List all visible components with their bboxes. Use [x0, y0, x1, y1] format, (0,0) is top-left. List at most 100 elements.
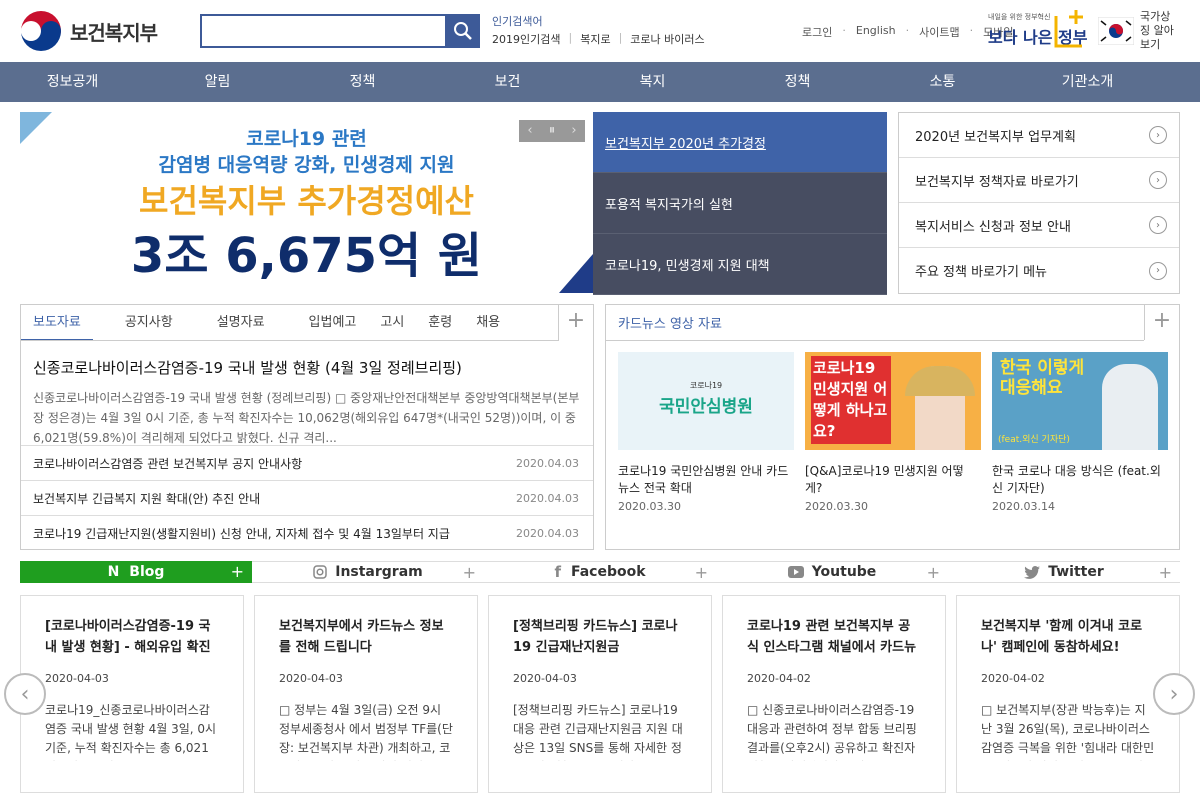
nav-item-3[interactable]: 정책: [290, 62, 435, 102]
media-thumbnail: 코로나19 국민안심병원: [618, 352, 794, 450]
media-panel: 카드뉴스 영상 자료 + 코로나19 국민안심병원 코로나19 국민안심병원 안…: [605, 304, 1180, 550]
top-link-login[interactable]: 로그인: [802, 24, 832, 40]
carousel-prev-button[interactable]: ‹: [4, 673, 46, 715]
sns-tabs: N Blog + Instargram + f Facebook + Youtu…: [20, 561, 1180, 583]
media-card[interactable]: 코로나19 민생지원 어떻게 하나고요? [Q&A]코로나19 민생지원 어떻게…: [805, 352, 981, 513]
national-symbol-link[interactable]: 국가상징 알아보기: [1098, 10, 1180, 51]
banner-pause-button[interactable]: ⏸: [541, 120, 563, 142]
banner-line-2: 감염병 대응역량 강화, 민생경제 지원: [158, 154, 455, 176]
quick-link-label: 보건복지부 정책자료 바로가기: [915, 174, 1079, 190]
main-banner[interactable]: 코로나19 관련 감염병 대응역량 강화, 민생경제 지원 보건복지부 추가경정…: [20, 112, 593, 293]
news-row-title: 보건복지부 긴급복지 지원 확대(안) 추진 안내: [33, 491, 261, 506]
quick-link-3[interactable]: 복지서비스 신청과 정보 안내 ›: [899, 203, 1179, 248]
sns-tab-blog[interactable]: N Blog +: [20, 561, 252, 583]
sns-card[interactable]: [코로나바이러스감염증-19 국내 발생 현황] - 해외유입 확진자수 193…: [20, 595, 244, 793]
better-government-banner[interactable]: 내일을 위한 정부혁신 보다 나은 정부: [988, 8, 1088, 52]
nav-item-4[interactable]: 보건: [435, 62, 580, 102]
sns-tab-instagram[interactable]: Instargram +: [252, 561, 484, 583]
media-date: 2020.03.14: [992, 500, 1055, 513]
banner-next-button[interactable]: ›: [563, 120, 585, 142]
news-headline[interactable]: 신종코로나바이러스감염증-19 국내 발생 현황 (4월 3일 정례브리핑) 신…: [33, 357, 583, 448]
banner-tab-1[interactable]: 보건복지부 2020년 추가경정: [593, 112, 887, 173]
hot-link-2[interactable]: 복지로: [580, 31, 610, 47]
banner-prev-button[interactable]: ‹: [519, 120, 541, 142]
news-tab-7[interactable]: 채용: [464, 305, 512, 341]
twitter-icon: [1024, 565, 1041, 579]
plus-icon[interactable]: +: [231, 561, 244, 583]
news-tab-2[interactable]: 공지사항: [113, 305, 185, 341]
thumb-sub-text: (feat.외신 기자단): [998, 435, 1070, 445]
naver-icon: N: [107, 564, 120, 580]
media-thumbnail: 한국 이렇게 대응해요 (feat.외신 기자단): [992, 352, 1168, 450]
plus-icon[interactable]: +: [695, 562, 708, 584]
sns-card[interactable]: 보건복지부 '함께 이겨내 코로나' 캠페인에 동참하세요! 2020-04-0…: [956, 595, 1180, 793]
news-tab-6[interactable]: 훈령: [416, 305, 464, 341]
sns-card-title: 보건복지부에서 카드뉴스 정보를 전해 드립니다: [279, 619, 444, 655]
media-card[interactable]: 코로나19 국민안심병원 코로나19 국민안심병원 안내 카드뉴스 전국 확대 …: [618, 352, 794, 513]
banner-tab-2[interactable]: 포용적 복지국가의 실현: [593, 173, 887, 234]
thumb-big-text: 국민안심병원: [659, 397, 753, 417]
sns-card[interactable]: 코로나19 관련 보건복지부 공식 인스타그램 채널에서 카드뉴스를 확인하세요…: [722, 595, 946, 793]
news-tab-4[interactable]: 입법예고: [297, 305, 369, 341]
plus-icon[interactable]: +: [463, 562, 476, 584]
sns-tab-youtube[interactable]: Youtube +: [716, 561, 948, 583]
chevron-right-icon: ›: [1149, 216, 1167, 234]
media-caption: 코로나19 국민안심병원 안내 카드뉴스 전국 확대: [618, 464, 789, 495]
sns-tab-label: Twitter: [1048, 564, 1104, 580]
sns-card-title: [정책브리핑 카드뉴스] 코로나19 긴급재난지원금: [513, 619, 678, 655]
media-caption: [Q&A]코로나19 민생지원 어떻게?: [805, 464, 964, 495]
plus-icon[interactable]: +: [927, 562, 940, 584]
facebook-icon: f: [554, 563, 561, 581]
nav-item-2[interactable]: 알림: [145, 62, 290, 102]
banner-tab-3[interactable]: 코로나19, 민생경제 지원 대책: [593, 234, 887, 295]
banner-tabs: 보건복지부 2020년 추가경정 포용적 복지국가의 실현 코로나19, 민생경…: [593, 112, 887, 295]
search-button[interactable]: [446, 14, 480, 48]
news-tab-1[interactable]: 보도자료: [21, 305, 93, 341]
nav-item-5[interactable]: 복지: [580, 62, 725, 102]
plus-icon[interactable]: +: [1159, 562, 1172, 584]
news-tab-5[interactable]: 고시: [368, 305, 416, 341]
presenter-hair: [905, 366, 975, 396]
banner-line-1: 코로나19 관련: [246, 128, 367, 150]
chevron-right-icon: ›: [1149, 261, 1167, 280]
top-link-sitemap[interactable]: 사이트맵: [919, 24, 959, 40]
news-row[interactable]: 코로나19 긴급재난지원(생활지원비) 신청 안내, 지자체 접수 및 4월 1…: [21, 515, 593, 550]
quick-link-2[interactable]: 보건복지부 정책자료 바로가기 ›: [899, 158, 1179, 203]
sns-card[interactable]: 보건복지부에서 카드뉴스 정보를 전해 드립니다 2020-04-03 □ 정부…: [254, 595, 478, 793]
hot-link-1[interactable]: 2019인기검색: [492, 31, 560, 47]
sns-tab-label: Instargram: [335, 564, 423, 580]
quick-link-1[interactable]: 2020년 보건복지부 업무계획 ›: [899, 113, 1179, 158]
news-tab-3[interactable]: 설명자료: [205, 305, 277, 341]
search-input[interactable]: [200, 14, 447, 48]
quick-link-label: 주요 정책 바로가기 메뉴: [915, 265, 1047, 280]
hot-keyword-links: 2019인기검색 | 복지로 | 코로나 바이러스: [492, 31, 705, 47]
sns-tab-twitter[interactable]: Twitter +: [948, 561, 1180, 583]
quick-link-4[interactable]: 주요 정책 바로가기 메뉴 ›: [899, 248, 1179, 293]
news-headline-desc: 신종코로나바이러스감염증-19 국내 발생 현황 (정례브리핑) □ 중앙재난안…: [33, 391, 580, 445]
nav-item-6[interactable]: 정책: [725, 62, 870, 102]
news-row[interactable]: 코로나바이러스감염증 관련 보건복지부 공지 안내사항 2020.04.03: [21, 445, 593, 480]
korea-flag-icon: [1098, 17, 1134, 45]
dot-separator: ·: [842, 24, 846, 37]
nav-item-8[interactable]: 기관소개: [1015, 62, 1160, 102]
national-symbol-text: 국가상징 알아보기: [1140, 10, 1174, 51]
sns-tab-facebook[interactable]: f Facebook +: [484, 561, 716, 583]
top-link-english[interactable]: English: [856, 24, 896, 40]
nav-item-1[interactable]: 정보공개: [0, 62, 145, 102]
hot-link-3[interactable]: 코로나 바이러스: [630, 31, 704, 47]
nav-item-7[interactable]: 소통: [870, 62, 1015, 102]
media-card[interactable]: 한국 이렇게 대응해요 (feat.외신 기자단) 한국 코로나 대응 방식은 …: [992, 352, 1168, 513]
news-more-button[interactable]: +: [558, 305, 593, 340]
news-row-date: 2020.04.03: [516, 491, 579, 505]
news-row[interactable]: 보건복지부 긴급복지 지원 확대(안) 추진 안내 2020.04.03: [21, 480, 593, 515]
separator: |: [618, 31, 623, 44]
sns-card[interactable]: [정책브리핑 카드뉴스] 코로나19 긴급재난지원금 2020-04-03 [정…: [488, 595, 712, 793]
sns-card-title: 보건복지부 '함께 이겨내 코로나' 캠페인에 동참하세요!: [981, 619, 1143, 655]
youtube-icon: [787, 566, 804, 578]
sns-tab-label: Blog: [129, 564, 165, 580]
logo[interactable]: 보건복지부: [20, 10, 170, 52]
carousel-next-button[interactable]: ›: [1153, 673, 1195, 715]
media-more-button[interactable]: +: [1144, 305, 1179, 340]
news-tabs: 보도자료 공지사항 설명자료 입법예고 고시 훈령 채용: [21, 305, 561, 341]
chevron-right-icon: ›: [1169, 681, 1179, 707]
